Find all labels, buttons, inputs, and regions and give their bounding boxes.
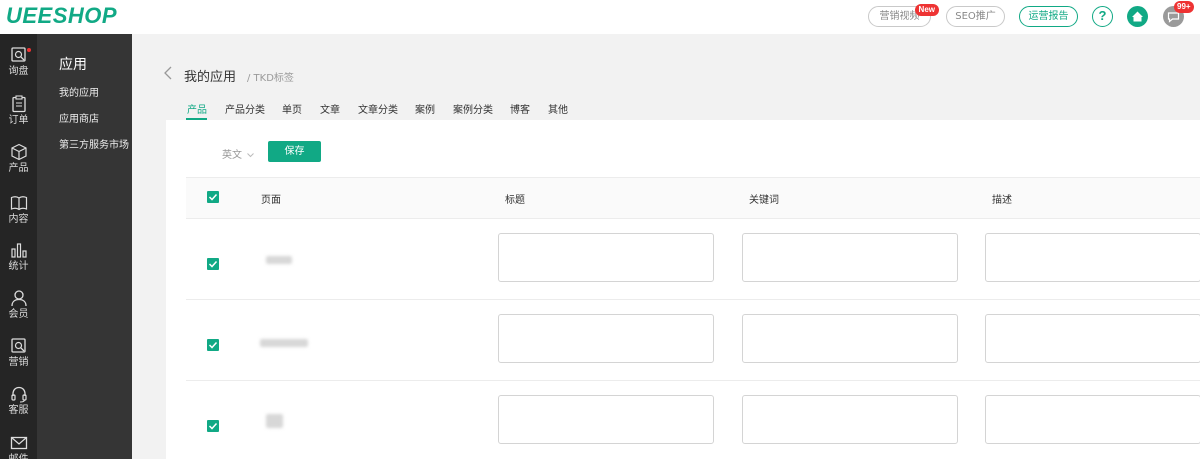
select-all-checkbox[interactable] [207, 191, 219, 203]
title-input[interactable] [498, 233, 714, 282]
tab-product-categories[interactable]: 产品分类 [225, 101, 265, 116]
app-subnav: 应用 我的应用 应用商店 第三方服务市场 [37, 34, 132, 459]
column-header-title: 标题 [505, 195, 525, 206]
sidebar-item-label: 会员 [8, 309, 29, 320]
sidebar-item-products[interactable]: 产品 [0, 143, 37, 189]
language-select-value: 英文 [222, 150, 242, 161]
row-divider [186, 380, 1200, 381]
page-name-redacted [266, 414, 283, 428]
checkmark-icon [208, 260, 218, 268]
marketing-icon [10, 338, 26, 353]
keywords-input[interactable] [742, 314, 958, 363]
message-icon[interactable]: 99+ [1163, 1, 1194, 27]
chevron-down-icon [247, 152, 255, 157]
title-input[interactable] [498, 314, 714, 363]
page-name-redacted [266, 256, 292, 264]
tab-articles[interactable]: 文章 [320, 101, 340, 116]
sidebar-item-label: 营销 [8, 357, 29, 368]
content-book-icon [10, 196, 27, 211]
tab-case-categories[interactable]: 案例分类 [453, 101, 493, 116]
tab-single-page[interactable]: 单页 [282, 101, 302, 116]
subnav-item-my-apps[interactable]: 我的应用 [59, 84, 99, 99]
marketing-video-label: 营销视频 [879, 11, 920, 22]
keywords-input[interactable] [742, 233, 958, 282]
notification-dot [27, 48, 31, 52]
description-input[interactable] [985, 314, 1200, 363]
description-input[interactable] [985, 233, 1200, 282]
sidebar-item-content[interactable]: 内容 [0, 194, 37, 240]
table-header [186, 177, 1200, 219]
tab-article-categories[interactable]: 文章分类 [358, 101, 398, 116]
subnav-item-third-party-market[interactable]: 第三方服务市场 [59, 136, 129, 151]
home-icon[interactable] [1127, 6, 1148, 27]
description-input[interactable] [985, 395, 1200, 444]
app-logo[interactable]: UEESHOP [6, 3, 117, 29]
sidebar-item-label: 订单 [8, 115, 29, 126]
tab-products[interactable]: 产品 [187, 101, 207, 116]
sidebar-item-support[interactable]: 客服 [0, 385, 37, 431]
keywords-input[interactable] [742, 395, 958, 444]
breadcrumb: / TKD标签 [247, 73, 294, 84]
subnav-item-app-store[interactable]: 应用商店 [59, 110, 99, 125]
tab-other[interactable]: 其他 [548, 101, 568, 116]
checkmark-icon [208, 422, 218, 430]
main-sidebar: 询盘 订单 产品 内容 统计 会员 营销 客服 邮件 [0, 34, 37, 459]
sidebar-item-marketing[interactable]: 营销 [0, 337, 37, 383]
checkmark-icon [208, 341, 218, 349]
back-chevron-icon[interactable] [163, 66, 173, 80]
page-name-redacted [260, 339, 308, 347]
seo-button[interactable]: SEO推广 [946, 6, 1005, 27]
sidebar-item-label: 产品 [8, 163, 29, 174]
subnav-title: 应用 [59, 57, 87, 73]
sidebar-item-members[interactable]: 会员 [0, 289, 37, 335]
message-count-badge: 99+ [1174, 1, 1194, 13]
sidebar-item-inquiry[interactable]: 询盘 [0, 46, 37, 92]
language-select[interactable]: 英文 [222, 146, 255, 161]
mail-icon [10, 436, 27, 450]
inquiry-icon [10, 47, 26, 62]
column-header-keywords: 关键词 [749, 195, 779, 206]
ops-report-button[interactable]: 运营报告 [1019, 6, 1078, 27]
marketing-video-button[interactable]: 营销视频 New [868, 4, 939, 27]
stats-bar-icon [10, 243, 27, 258]
tab-blog[interactable]: 博客 [510, 101, 530, 116]
sidebar-item-stats[interactable]: 统计 [0, 241, 37, 287]
top-bar: UEESHOP 营销视频 New SEO推广 运营报告 ? 99+ [0, 0, 1200, 34]
row-divider [186, 299, 1200, 300]
tab-cases[interactable]: 案例 [415, 101, 435, 116]
column-header-description: 描述 [992, 195, 1012, 206]
product-cube-icon [10, 143, 27, 161]
sidebar-item-label: 询盘 [8, 66, 29, 77]
help-icon[interactable]: ? [1092, 6, 1113, 27]
sidebar-item-label: 统计 [8, 261, 29, 272]
save-button[interactable]: 保存 [268, 141, 321, 162]
new-badge: New [914, 4, 939, 16]
row-checkbox[interactable] [207, 339, 219, 351]
sidebar-item-orders[interactable]: 订单 [0, 95, 37, 141]
order-icon [11, 95, 26, 113]
sidebar-item-label: 邮件 [0, 454, 37, 459]
sidebar-item-mail[interactable]: 邮件 [0, 434, 37, 459]
column-header-page: 页面 [261, 195, 281, 206]
row-checkbox[interactable] [207, 420, 219, 432]
member-person-icon [10, 290, 27, 307]
sidebar-item-label: 内容 [8, 214, 29, 225]
checkmark-icon [208, 193, 218, 201]
row-checkbox[interactable] [207, 258, 219, 270]
page-title: 我的应用 [184, 70, 237, 85]
headset-icon [10, 386, 27, 403]
sidebar-item-label: 客服 [8, 405, 29, 416]
title-input[interactable] [498, 395, 714, 444]
